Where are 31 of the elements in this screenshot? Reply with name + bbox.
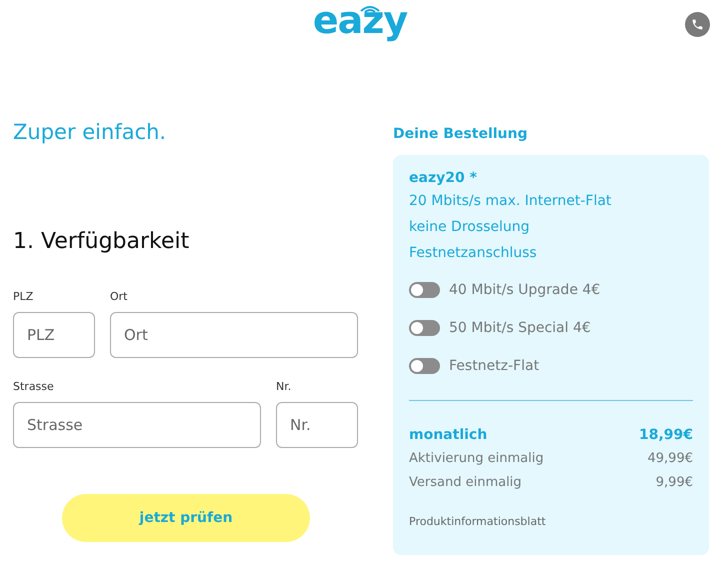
fee-value: 49,99€ (648, 450, 693, 468)
option-label: Festnetz-Flat (449, 357, 540, 376)
option-toggle[interactable] (409, 320, 440, 336)
section-title: 1. Verfügbarkeit (13, 228, 190, 256)
phone-icon (691, 18, 704, 31)
input-field[interactable]: Strasse (13, 402, 261, 448)
product-feature: keine Drosselung (409, 218, 531, 237)
logo: eazy (312, 0, 408, 42)
option-label: 50 Mbit/s Special 4€ (449, 319, 591, 338)
headline: Zuper einfach. (13, 119, 168, 146)
price-value: 18,99€ (638, 426, 693, 445)
fee-value: 9,99€ (656, 474, 693, 492)
product-feature: Festnetzanschluss (409, 244, 538, 263)
field-label: Ort (110, 290, 128, 304)
option-toggle[interactable] (409, 358, 440, 374)
product-feature: 20 Mbits/s max. Internet-Flat (409, 192, 612, 211)
field-label: Strasse (13, 380, 55, 394)
input-field[interactable]: Ort (110, 312, 358, 358)
input-field[interactable]: Nr. (276, 402, 358, 448)
option-label: 40 Mbit/s Upgrade 4€ (449, 281, 600, 300)
fee-label: Versand einmalig (409, 474, 522, 492)
option-toggle[interactable] (409, 282, 440, 298)
input-field[interactable]: PLZ (13, 312, 95, 358)
product-name: eazy20 * (409, 169, 478, 188)
fee-label: Aktivierung einmalig (409, 450, 544, 468)
price-label: monatlich (409, 426, 488, 445)
field-label: Nr. (276, 380, 292, 394)
field-label: PLZ (13, 290, 34, 304)
phone-button[interactable] (685, 12, 710, 37)
order-title: Deine Bestellung (393, 125, 528, 143)
info-link[interactable]: Produktinformationsblatt (409, 515, 693, 528)
